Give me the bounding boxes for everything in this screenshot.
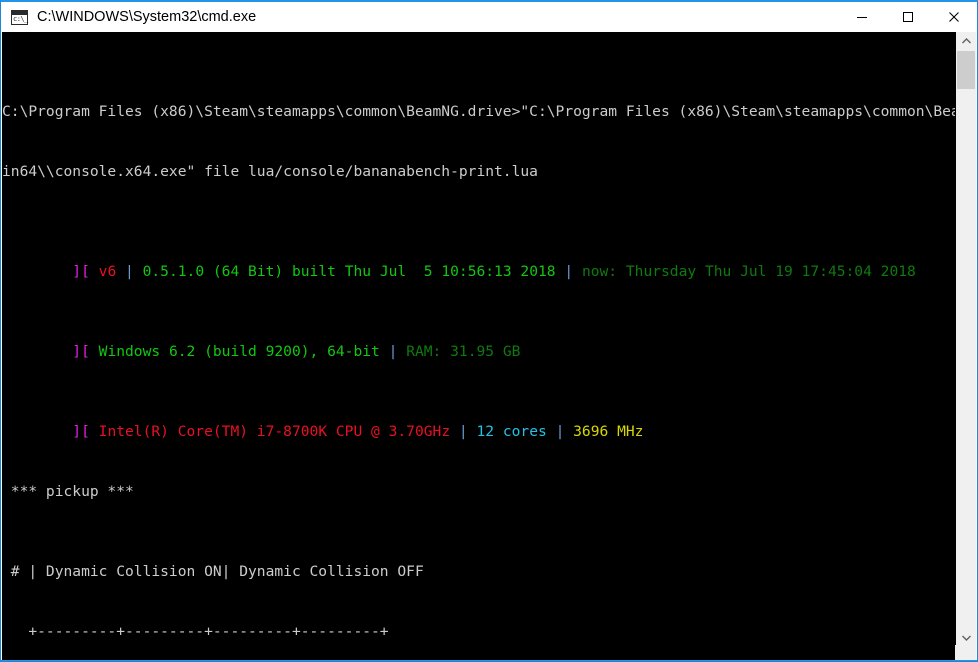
horizontal-scrollbar[interactable]	[2, 645, 956, 660]
scrollbar-thumb[interactable]	[957, 51, 975, 89]
minimize-icon	[857, 17, 867, 18]
banner-line-version: ][ v6 | 0.5.1.0 (64 Bit) built Thu Jul 5…	[72, 263, 916, 280]
chevron-down-icon	[961, 635, 971, 641]
banner-line-cpu: ][ Intel(R) Core(TM) i7-8700K CPU @ 3.70…	[72, 423, 644, 440]
vehicle-line: *** pickup ***	[2, 483, 134, 500]
banner-line-os: ][ Windows 6.2 (build 9200), 64-bit | RA…	[72, 343, 521, 360]
close-button[interactable]	[931, 2, 977, 32]
maximize-icon	[903, 12, 913, 22]
titlebar[interactable]: c:\_ C:\WINDOWS\System32\cmd.exe	[1, 2, 977, 32]
command-line-1: C:\Program Files (x86)\Steam\steamapps\c…	[2, 103, 956, 120]
vertical-scrollbar[interactable]	[955, 32, 976, 647]
scroll-up-button[interactable]	[956, 32, 976, 50]
close-icon	[949, 12, 959, 22]
window-bottom-edge	[1, 660, 977, 661]
scrollbar-track[interactable]	[956, 50, 976, 629]
cmd-window: c:\_ C:\WINDOWS\System32\cmd.exe C:\Prog…	[0, 0, 978, 662]
table-rule-top: +---------+---------+---------+---------…	[2, 623, 389, 640]
command-line-2: in64\\console.x64.exe" file lua/console/…	[2, 163, 538, 180]
console-text: C:\Program Files (x86)\Steam\steamapps\c…	[2, 42, 956, 647]
maximize-button[interactable]	[885, 2, 931, 32]
console-output-area[interactable]: C:\Program Files (x86)\Steam\steamapps\c…	[2, 32, 956, 647]
console-icon: c:\_	[11, 9, 28, 25]
window-controls	[839, 2, 977, 32]
minimize-button[interactable]	[839, 2, 885, 32]
chevron-up-icon	[961, 38, 971, 44]
window-title: C:\WINDOWS\System32\cmd.exe	[37, 9, 257, 25]
scrollbar-corner	[955, 645, 976, 660]
table-group-header: # | Dynamic Collision ON| Dynamic Collis…	[2, 563, 424, 580]
